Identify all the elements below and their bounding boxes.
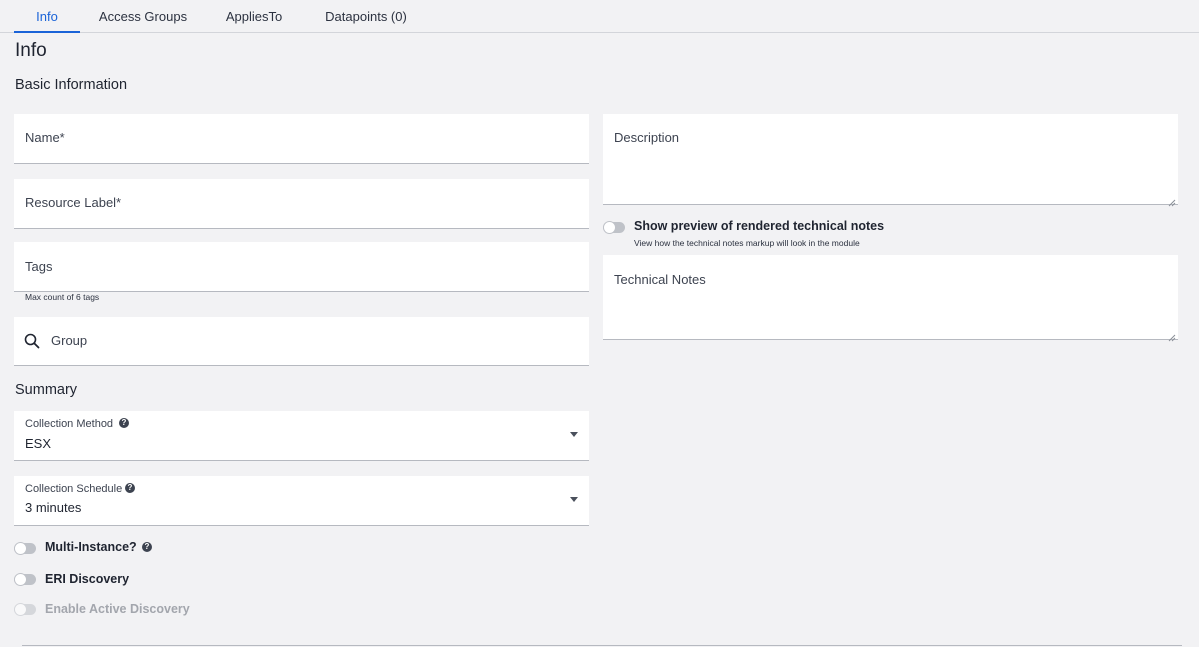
toggle-knob [603,221,616,234]
group-search-field[interactable]: Group [14,317,589,366]
help-icon[interactable]: ? [125,483,135,493]
basic-information-heading: Basic Information [15,77,128,93]
collection-method-select[interactable]: Collection Method ? ESX [14,411,589,461]
tab-access-groups[interactable]: Access Groups [95,0,191,33]
resize-handle-icon[interactable] [1168,194,1176,207]
resource-label-placeholder: Resource Label* [25,195,122,210]
description-textarea[interactable]: Description [603,114,1178,207]
collection-schedule-select[interactable]: Collection Schedule ? 3 minutes [14,476,589,526]
chevron-down-icon [570,497,578,502]
eri-discovery-toggle[interactable] [14,573,36,586]
toggle-knob [14,603,27,616]
search-icon [24,333,40,354]
divider [22,645,1182,646]
tab-bar: Info Access Groups AppliesTo Datapoints … [0,0,1199,33]
eri-discovery-label: ERI Discovery [45,572,130,586]
chevron-down-icon [570,432,578,437]
tab-info[interactable]: Info [14,0,80,33]
active-discovery-label: Enable Active Discovery [45,602,190,616]
toggle-knob [14,542,27,555]
name-field[interactable]: Name* [14,114,589,164]
help-icon[interactable]: ? [142,542,152,552]
toggle-knob [14,573,27,586]
summary-heading: Summary [15,382,78,398]
preview-notes-hint: View how the technical notes markup will… [634,238,860,248]
tags-placeholder: Tags [25,259,53,274]
resize-handle-icon[interactable] [1168,329,1176,342]
group-placeholder: Group [51,333,88,348]
help-icon[interactable]: ? [119,418,129,428]
multi-instance-label: Multi-Instance? [45,540,137,554]
tab-applies-to[interactable]: AppliesTo [220,0,288,33]
description-placeholder: Description [614,130,680,145]
collection-schedule-label: Collection Schedule [25,483,123,495]
collection-method-value: ESX [25,436,52,451]
tags-field[interactable]: Tags [14,242,589,292]
active-discovery-toggle[interactable] [14,603,36,616]
preview-notes-toggle[interactable] [603,221,625,234]
resource-label-field[interactable]: Resource Label* [14,179,589,229]
page-title: Info [15,40,47,61]
technical-notes-textarea[interactable]: Technical Notes [603,255,1178,342]
collection-method-label: Collection Method [25,418,114,430]
name-placeholder: Name* [25,130,65,145]
tab-datapoints[interactable]: Datapoints (0) [318,0,414,33]
tags-hint: Max count of 6 tags [25,292,100,302]
technical-notes-placeholder: Technical Notes [614,272,706,287]
collection-schedule-value: 3 minutes [25,500,82,515]
preview-notes-label: Show preview of rendered technical notes [634,219,885,233]
multi-instance-toggle[interactable] [14,542,36,555]
